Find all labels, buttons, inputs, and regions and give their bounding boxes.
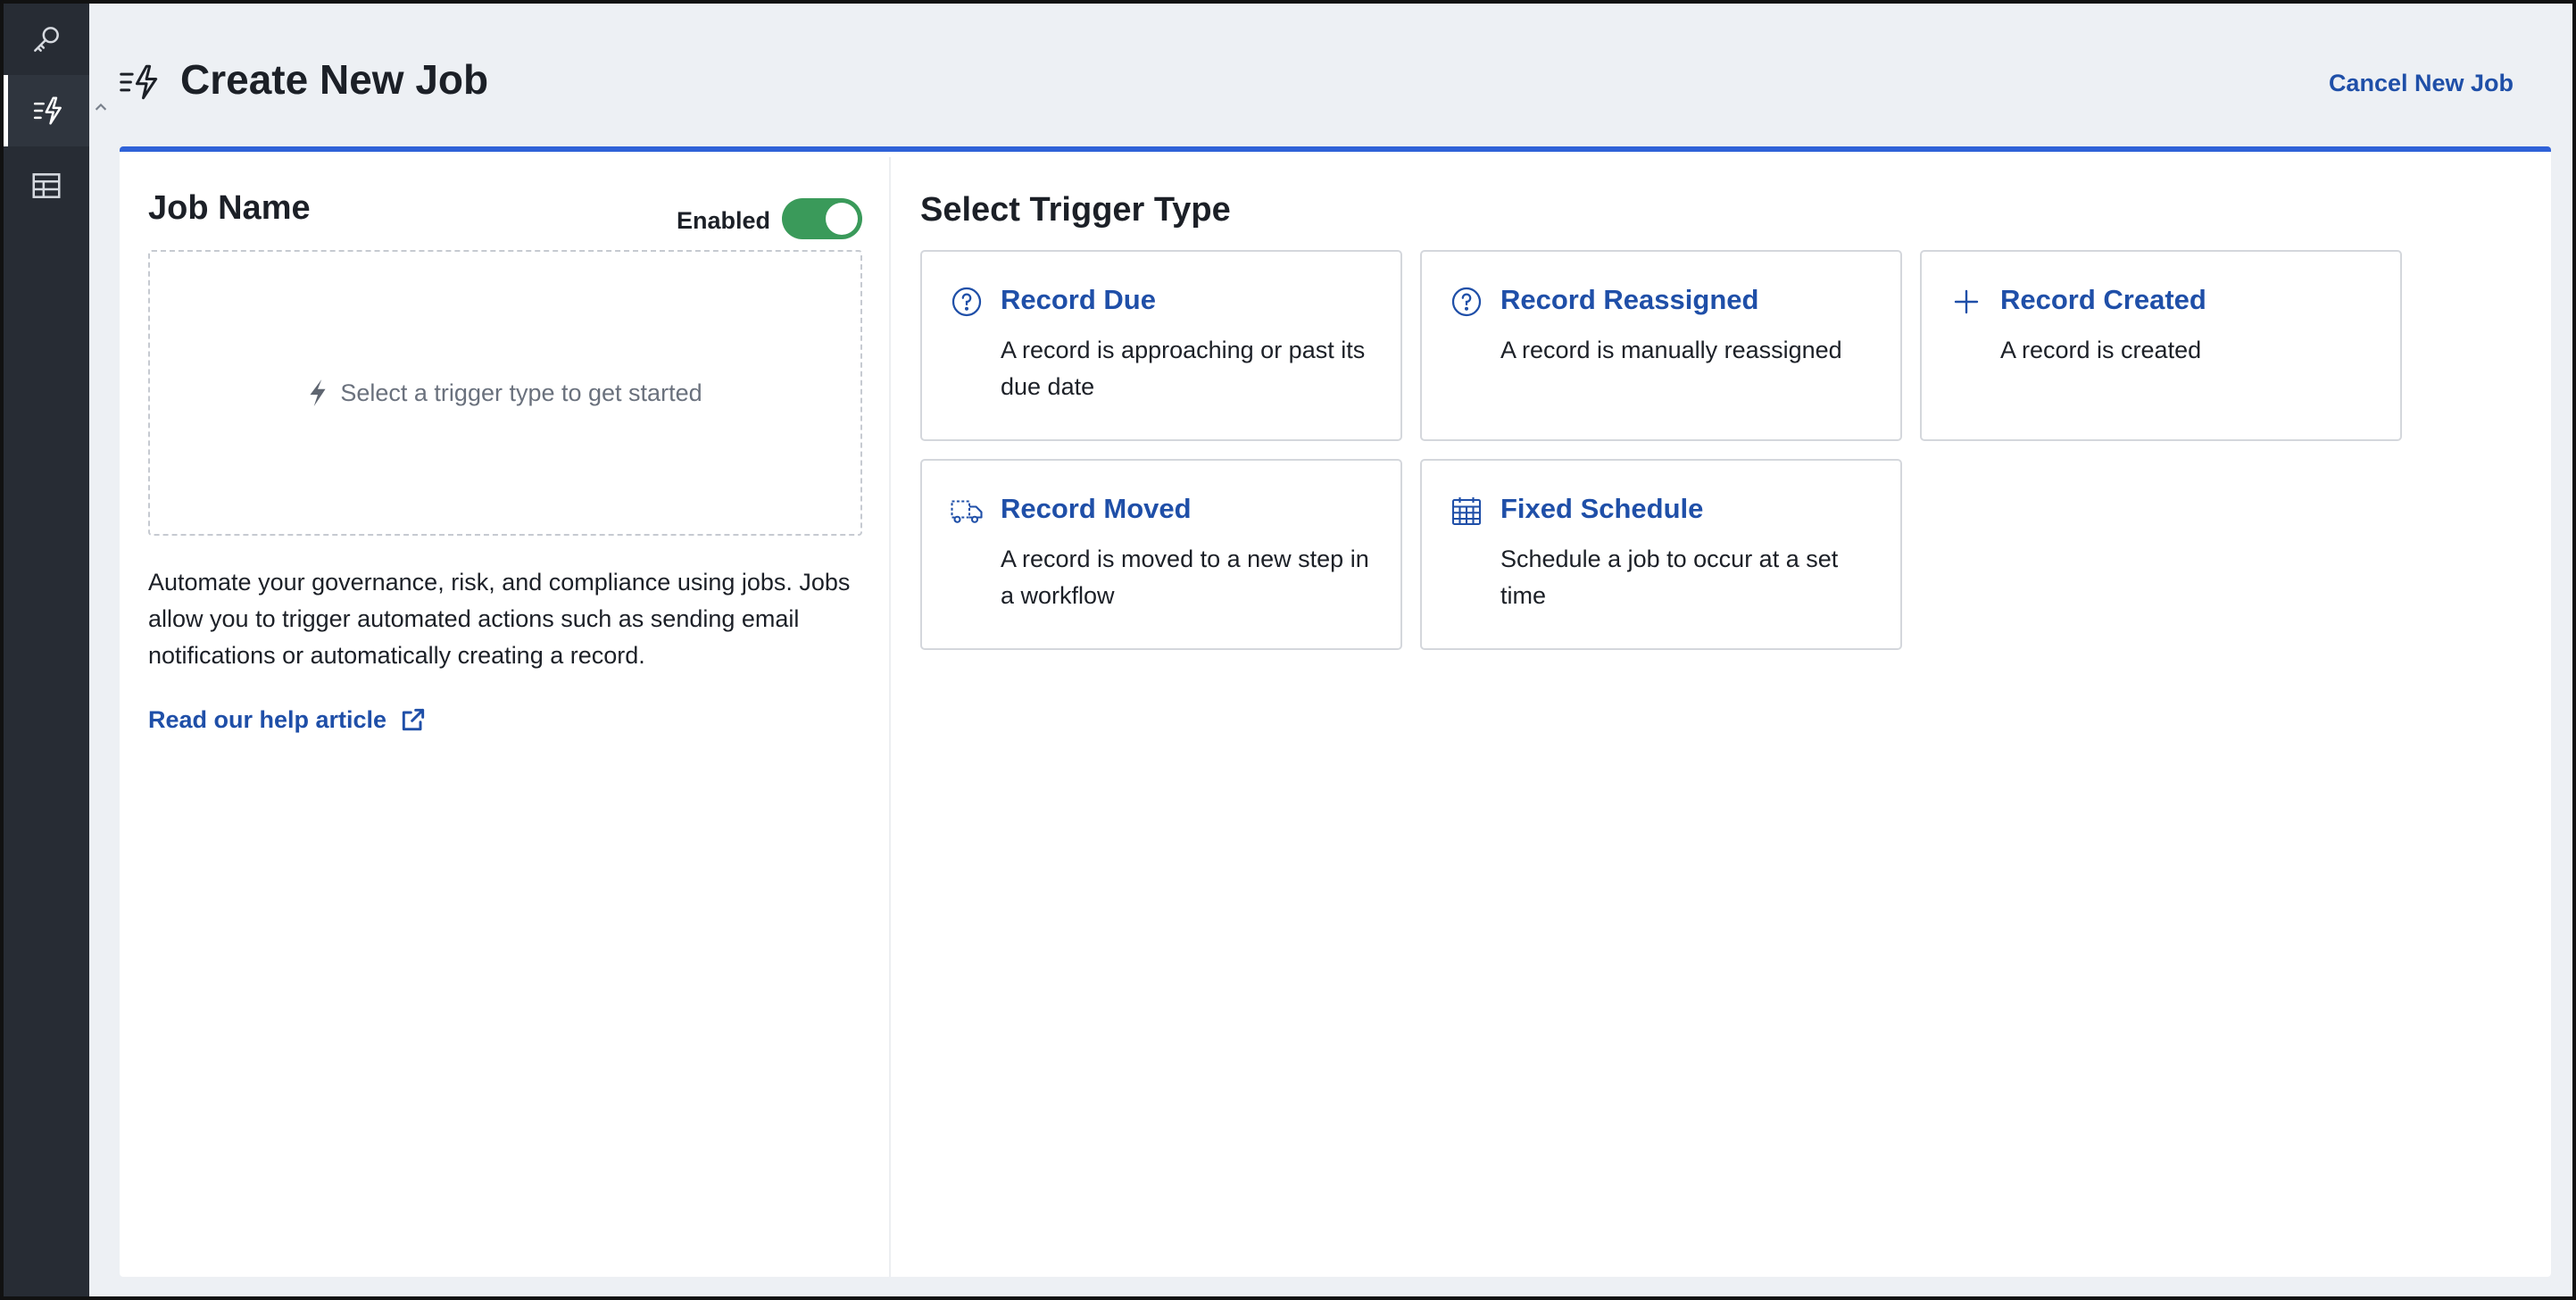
sidebar-item-tables[interactable] xyxy=(4,150,89,221)
card-description: Schedule a job to occur at a set time xyxy=(1500,546,1839,609)
trigger-placeholder: Select a trigger type to get started xyxy=(148,250,862,536)
page-title: Create New Job xyxy=(180,56,489,103)
enabled-label: Enabled xyxy=(677,207,771,234)
sidebar xyxy=(4,4,89,1296)
jobs-description: Automate your governance, risk, and comp… xyxy=(148,569,851,669)
card-description: A record is manually reassigned xyxy=(1500,337,1842,363)
plus-icon xyxy=(1954,289,1979,314)
card-description: A record is moved to a new step in a wor… xyxy=(1001,546,1369,609)
sidebar-item-jobs[interactable] xyxy=(4,75,89,146)
card-description: A record is created xyxy=(2000,337,2202,363)
placeholder-text: Select a trigger type to get started xyxy=(340,379,702,406)
jobs-icon xyxy=(120,64,158,100)
truck-icon xyxy=(951,500,983,523)
lightning-bolt-icon xyxy=(310,379,326,406)
table-icon xyxy=(32,173,61,198)
card-title: Fixed Schedule xyxy=(1500,493,1704,524)
card-title: Record Moved xyxy=(1001,493,1192,524)
external-link-icon xyxy=(402,708,425,731)
key-icon xyxy=(34,27,59,52)
help-link-label: Read our help article xyxy=(148,705,387,733)
create-job-panel: Job Name Enabled Select a trigger type t… xyxy=(120,146,2551,1277)
trigger-card-record-due[interactable]: Record Due A record is approaching or pa… xyxy=(920,250,1402,441)
enabled-toggle[interactable] xyxy=(782,198,862,239)
cancel-new-job-link[interactable]: Cancel New Job xyxy=(2329,70,2514,97)
help-article-link[interactable]: Read our help article xyxy=(148,705,428,734)
app-window: Create New Job Cancel New Job Job Name E… xyxy=(0,0,2576,1300)
card-title: Record Created xyxy=(2000,284,2206,315)
question-circle-icon xyxy=(951,287,982,317)
jobs-icon xyxy=(33,96,62,125)
card-description: A record is approaching or past its due … xyxy=(1001,337,1366,400)
toggle-knob xyxy=(826,203,858,235)
trigger-card-record-created[interactable]: Record Created A record is created xyxy=(1920,250,2402,441)
card-title: Record Due xyxy=(1001,284,1156,315)
job-name-label: Job Name xyxy=(148,189,311,227)
column-divider xyxy=(889,157,891,1277)
trigger-card-record-reassigned[interactable]: Record Reassigned A record is manually r… xyxy=(1420,250,1902,441)
select-trigger-title: Select Trigger Type xyxy=(920,191,1231,229)
chevron-up-icon[interactable] xyxy=(93,100,109,116)
sidebar-item-keys[interactable] xyxy=(4,4,89,75)
card-title: Record Reassigned xyxy=(1500,284,1759,315)
trigger-card-record-moved[interactable]: Record Moved A record is moved to a new … xyxy=(920,459,1402,650)
trigger-card-fixed-schedule[interactable]: Fixed Schedule Schedule a job to occur a… xyxy=(1420,459,1902,650)
calendar-icon xyxy=(1451,497,1482,526)
question-circle-icon xyxy=(1451,287,1482,317)
